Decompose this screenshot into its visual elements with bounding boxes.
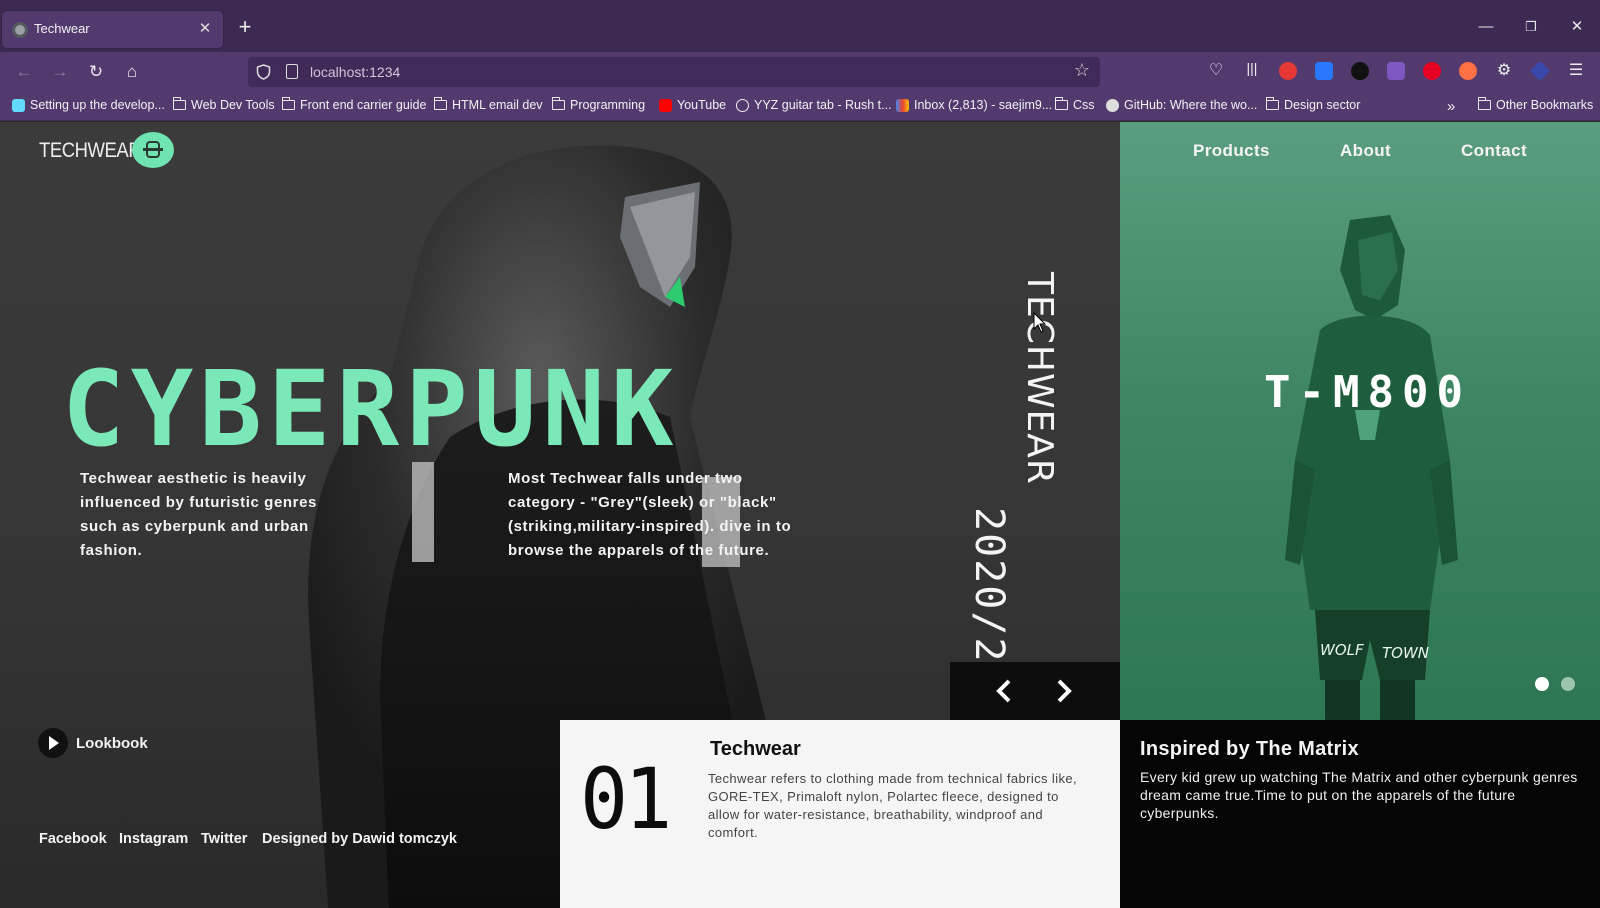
forward-icon[interactable]: →: [48, 61, 72, 83]
shorts-left-text: WOLF: [1320, 641, 1364, 659]
card-title: Techwear: [710, 738, 801, 760]
bookmarks-overflow-icon[interactable]: »: [1447, 98, 1455, 115]
product-panel: Products About Contact WOLF TOWN T-M800: [1120, 122, 1600, 720]
chevron-left-icon[interactable]: [990, 676, 1020, 706]
pinterest-icon[interactable]: [1423, 62, 1441, 80]
intro-right-text: Most Techwear falls under two category -…: [508, 470, 792, 559]
bookmark-item[interactable]: GitHub: Where the wo...: [1106, 98, 1257, 112]
globe-icon: [736, 98, 749, 112]
bookmark-item[interactable]: HTML email dev: [433, 97, 543, 112]
facebook-link[interactable]: Facebook: [39, 831, 107, 847]
carousel-dot-active[interactable]: [1535, 677, 1549, 691]
browser-tab[interactable]: Techwear ✕: [2, 11, 223, 48]
restore-icon[interactable]: ❐: [1519, 16, 1543, 38]
site-logo[interactable]: TECHWEAR: [39, 139, 142, 163]
page-icon: [286, 64, 298, 79]
bookmark-star-icon[interactable]: ☆: [1074, 60, 1090, 81]
robot-logo-icon[interactable]: [132, 132, 174, 168]
bookmark-item[interactable]: Setting up the develop...: [12, 98, 165, 112]
other-bookmarks[interactable]: Other Bookmarks: [1477, 97, 1593, 112]
bookmark-item[interactable]: Design sector: [1265, 97, 1360, 112]
folder-icon: [172, 97, 186, 110]
browser-toolbar: ← → ↻ ⌂ localhost:1234 ☆ ♡ ||| ⚙ ☰: [0, 52, 1600, 92]
nav-about-link[interactable]: About: [1340, 141, 1391, 161]
folder-icon: [281, 97, 295, 110]
twitter-link[interactable]: Twitter: [201, 831, 247, 847]
extension-purple-icon[interactable]: [1387, 62, 1405, 80]
github-icon: [1106, 98, 1119, 112]
page: TECHWEAR CYBERPUNK Techwear aesthetic is…: [0, 122, 1600, 908]
shorts-right-text: TOWN: [1382, 644, 1429, 662]
bookmarks-bar: Setting up the develop... Web Dev Tools …: [0, 92, 1600, 121]
pocket-icon[interactable]: ♡: [1206, 60, 1226, 80]
matrix-body: Every kid grew up watching The Matrix an…: [1140, 769, 1578, 821]
lookbook-button[interactable]: Lookbook: [38, 728, 148, 758]
matrix-info-card: Inspired by The Matrix Every kid grew up…: [1120, 720, 1600, 908]
bookmark-item[interactable]: YYZ guitar tab - Rush t...: [736, 98, 892, 112]
product-model-image: WOLF TOWN: [1285, 215, 1458, 720]
nav-products-link[interactable]: Products: [1193, 141, 1270, 161]
bookmark-item[interactable]: Front end carrier guide: [281, 97, 426, 112]
folder-icon: [1054, 97, 1068, 110]
card-body: Techwear refers to clothing made from te…: [708, 771, 1078, 840]
reload-icon[interactable]: ↻: [84, 61, 108, 83]
chevron-right-icon[interactable]: [1048, 676, 1078, 706]
tab-title: Techwear: [34, 21, 90, 36]
bookmark-item[interactable]: Web Dev Tools: [172, 97, 275, 112]
folder-icon: [1477, 97, 1491, 110]
extension-red-icon[interactable]: [1279, 62, 1297, 80]
react-icon: [12, 98, 25, 112]
bookmark-item[interactable]: YouTube: [659, 98, 726, 112]
back-icon[interactable]: ←: [12, 61, 36, 83]
bookmark-item[interactable]: Programming: [551, 97, 645, 112]
browser-tab-bar: Techwear ✕ + — ❐ ✕: [0, 0, 1600, 52]
menu-icon[interactable]: ☰: [1566, 60, 1586, 80]
bookmark-item[interactable]: Css: [1054, 97, 1095, 112]
library-icon[interactable]: |||: [1242, 60, 1262, 76]
bookmark-item[interactable]: Inbox (2,813) - saejim9...: [896, 98, 1052, 112]
youtube-icon: [659, 98, 672, 112]
matrix-title: Inspired by The Matrix: [1140, 738, 1359, 760]
extension-blue-icon[interactable]: [1315, 62, 1333, 80]
product-name: T-M800: [1264, 367, 1471, 418]
close-window-icon[interactable]: ✕: [1565, 16, 1589, 38]
play-icon: [38, 728, 68, 758]
designer-credit-link[interactable]: Designed by Dawid tomczyk: [262, 831, 457, 847]
extension-black-icon[interactable]: [1351, 62, 1369, 80]
minimize-icon[interactable]: —: [1474, 16, 1498, 38]
hero-title: CYBERPUNK: [62, 348, 680, 470]
extension-orange-icon[interactable]: [1459, 62, 1477, 80]
home-icon[interactable]: ⌂: [120, 61, 144, 83]
intro-left-text: Techwear aesthetic is heavily influenced…: [80, 470, 317, 559]
nav-contact-link[interactable]: Contact: [1461, 141, 1527, 161]
folder-icon: [1265, 97, 1279, 110]
gear-icon[interactable]: ⚙: [1494, 60, 1514, 80]
mouse-cursor-icon: [1033, 312, 1047, 333]
extension-diamond-icon[interactable]: [1529, 60, 1551, 82]
new-tab-icon[interactable]: +: [234, 16, 256, 39]
folder-icon: [433, 97, 447, 110]
gmail-icon: [896, 98, 909, 112]
card-number: 01: [580, 750, 672, 848]
instagram-link[interactable]: Instagram: [119, 831, 188, 847]
carousel-controls: [950, 662, 1120, 722]
tab-favicon-icon: [12, 22, 28, 38]
url-text: localhost:1234: [310, 64, 401, 80]
folder-icon: [551, 97, 565, 110]
shield-icon: [256, 64, 271, 80]
carousel-dot[interactable]: [1561, 677, 1575, 691]
techwear-info-card: 01 Techwear Techwear refers to clothing …: [560, 720, 1120, 908]
address-bar[interactable]: localhost:1234 ☆: [248, 57, 1100, 87]
hero-section: TECHWEAR CYBERPUNK Techwear aesthetic is…: [0, 122, 1120, 908]
close-tab-icon[interactable]: ✕: [194, 18, 216, 40]
